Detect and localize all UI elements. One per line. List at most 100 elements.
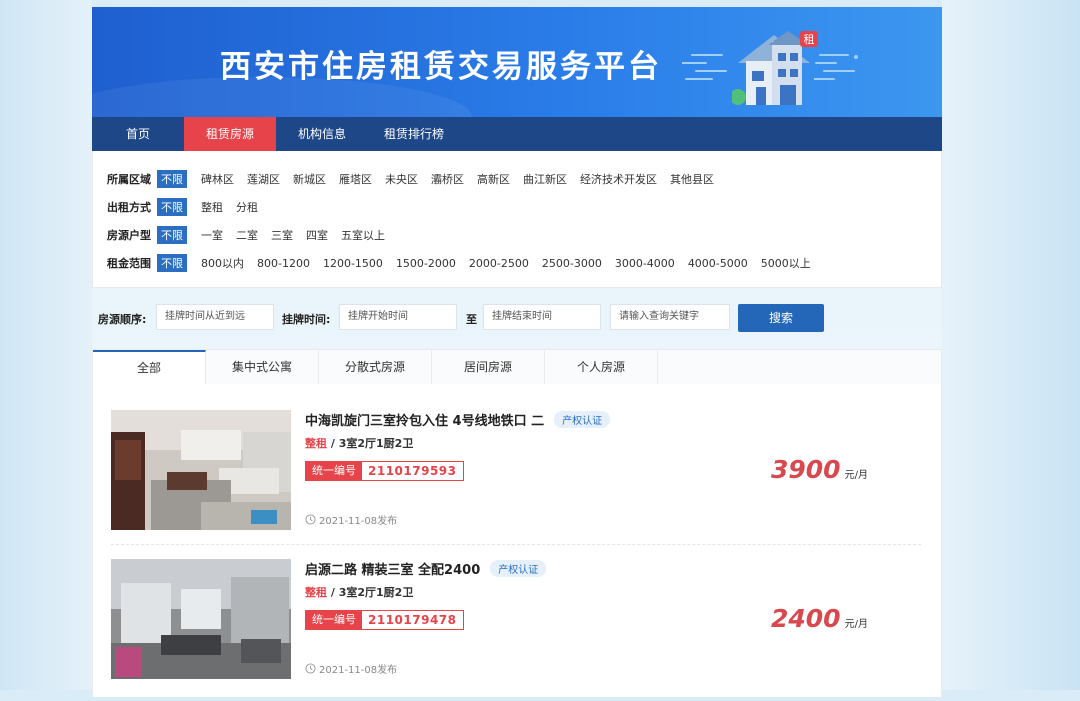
page-container: 西安市住房租赁交易服务平台 租 首页 租赁房源 机构信息 租赁排行榜 所属区域 … xyxy=(92,7,942,697)
nav-agencies[interactable]: 机构信息 xyxy=(276,117,368,151)
filter-option[interactable]: 经济技术开发区 xyxy=(580,171,657,187)
tab-centralized-apartments[interactable]: 集中式公寓 xyxy=(206,350,319,384)
background-left xyxy=(0,0,92,690)
filter-option[interactable]: 3000-4000 xyxy=(615,257,675,270)
unified-code-value: 2110179478 xyxy=(368,613,457,627)
unified-code-label: 统一编号 xyxy=(306,462,362,480)
filter-option[interactable]: 雁塔区 xyxy=(339,171,372,187)
listing-type-tabs: 全部 集中式公寓 分散式房源 居间房源 个人房源 xyxy=(92,349,942,386)
publish-date: 2021-11-08发布 xyxy=(305,512,397,527)
nav-rental-listings[interactable]: 租赁房源 xyxy=(184,117,276,151)
price-unit: 元/月 xyxy=(844,470,868,481)
keyword-search-input[interactable]: 请输入查询关键字 xyxy=(610,304,730,330)
listing-price: 2400 元/月 xyxy=(771,604,868,633)
price-unit: 元/月 xyxy=(844,619,868,630)
filter-option[interactable]: 整租 xyxy=(201,199,223,215)
decorative-lines-left xyxy=(682,54,727,80)
listing-title[interactable]: 启源二路 精装三室 全配2400 产权认证 xyxy=(305,559,547,578)
rent-type: 整租 xyxy=(305,586,327,599)
search-bar: 房源顺序: 挂牌时间从近到远 挂牌时间: 挂牌开始时间 至 挂牌结束时间 请输入… xyxy=(92,303,942,333)
tab-scattered-listings[interactable]: 分散式房源 xyxy=(319,350,432,384)
listing-meta: 整租 / 3室2厅1厨2卫 xyxy=(305,435,413,451)
filter-option[interactable]: 其他县区 xyxy=(670,171,714,187)
filter-option[interactable]: 三室 xyxy=(271,227,293,243)
listing-item[interactable]: 启源二路 精装三室 全配2400 产权认证 整租 / 3室2厅1厨2卫 统一编号 … xyxy=(93,551,941,701)
filter-option[interactable]: 莲湖区 xyxy=(247,171,280,187)
listing-photo[interactable] xyxy=(111,559,291,679)
filter-option[interactable]: 2500-3000 xyxy=(542,257,602,270)
filter-option[interactable]: 二室 xyxy=(236,227,258,243)
publish-date: 2021-11-08发布 xyxy=(305,661,397,676)
filter-option[interactable]: 分租 xyxy=(236,199,258,215)
listing-title[interactable]: 中海凯旋门三室拎包入住 4号线地铁口 二产权认证 xyxy=(305,410,611,429)
price-value: 3900 xyxy=(771,455,841,484)
publish-date-text: 2021-11-08发布 xyxy=(319,516,398,527)
room-layout: 3室2厅1厨2卫 xyxy=(338,586,414,599)
unified-code-label: 统一编号 xyxy=(306,611,362,629)
publish-date-text: 2021-11-08发布 xyxy=(319,665,398,676)
filter-option[interactable]: 四室 xyxy=(306,227,328,243)
filter-option[interactable]: 800以内 xyxy=(201,255,244,271)
filter-option[interactable]: 高新区 xyxy=(477,171,510,187)
filter-option[interactable]: 一室 xyxy=(201,227,223,243)
filter-option[interactable]: 灞桥区 xyxy=(431,171,464,187)
sort-order-select[interactable]: 挂牌时间从近到远 xyxy=(156,304,274,330)
tab-all[interactable]: 全部 xyxy=(93,350,206,386)
listing-title-text: 中海凯旋门三室拎包入住 4号线地铁口 二 xyxy=(305,414,545,429)
decorative-lines-right xyxy=(814,54,858,80)
site-title: 西安市住房租赁交易服务平台 xyxy=(220,49,662,85)
filter-row-region: 所属区域 不限 碑林区 莲湖区 新城区 雁塔区 未央区 灞桥区 高新区 曲江新区… xyxy=(107,170,727,188)
filter-option[interactable]: 曲江新区 xyxy=(523,171,567,187)
property-verified-badge: 产权认证 xyxy=(554,411,611,428)
clock-icon xyxy=(305,663,316,674)
filter-option[interactable]: 五室以上 xyxy=(341,227,385,243)
filter-label: 出租方式 xyxy=(107,201,151,214)
end-time-input[interactable]: 挂牌结束时间 xyxy=(483,304,601,330)
filter-option-selected[interactable]: 不限 xyxy=(157,226,187,244)
filter-option[interactable]: 2000-2500 xyxy=(469,257,529,270)
header-banner: 西安市住房租赁交易服务平台 租 xyxy=(92,7,942,117)
filter-option[interactable]: 1200-1500 xyxy=(323,257,383,270)
filter-label: 房源户型 xyxy=(107,229,151,242)
listing-time-label: 挂牌时间: xyxy=(282,313,331,326)
listing-list: 中海凯旋门三室拎包入住 4号线地铁口 二产权认证 整租 / 3室2厅1厨2卫 统… xyxy=(92,384,942,697)
price-value: 2400 xyxy=(771,604,841,633)
listing-price: 3900 元/月 xyxy=(771,455,868,484)
main-nav: 首页 租赁房源 机构信息 租赁排行榜 xyxy=(92,117,942,151)
nav-home[interactable]: 首页 xyxy=(92,117,184,151)
property-verified-badge: 产权认证 xyxy=(490,560,547,577)
tab-brokered-listings[interactable]: 居间房源 xyxy=(432,350,545,384)
meta-separator: / xyxy=(330,586,339,599)
unified-code-value: 2110179593 xyxy=(368,464,457,478)
listing-meta: 整租 / 3室2厅1厨2卫 xyxy=(305,584,413,600)
filter-option[interactable]: 800-1200 xyxy=(257,257,310,270)
filter-label: 租金范围 xyxy=(107,257,151,270)
search-button[interactable]: 搜索 xyxy=(738,304,824,332)
filter-option-selected[interactable]: 不限 xyxy=(157,254,187,272)
room-layout: 3室2厅1厨2卫 xyxy=(338,437,414,450)
filter-option[interactable]: 新城区 xyxy=(293,171,326,187)
filter-option[interactable]: 1500-2000 xyxy=(396,257,456,270)
house-badge: 租 xyxy=(804,33,815,46)
unified-code: 统一编号 2110179478 xyxy=(305,610,464,630)
filter-row-layout: 房源户型 不限 一室 二室 三室 四室 五室以上 xyxy=(107,226,398,244)
filter-row-rent-range: 租金范围 不限 800以内 800-1200 1200-1500 1500-20… xyxy=(107,254,824,272)
filter-option[interactable]: 未央区 xyxy=(385,171,418,187)
filter-option[interactable]: 碑林区 xyxy=(201,171,234,187)
listing-item[interactable]: 中海凯旋门三室拎包入住 4号线地铁口 二产权认证 整租 / 3室2厅1厨2卫 统… xyxy=(93,402,941,552)
unified-code: 统一编号 2110179593 xyxy=(305,461,464,481)
tab-personal-listings[interactable]: 个人房源 xyxy=(545,350,658,384)
filter-option-selected[interactable]: 不限 xyxy=(157,198,187,216)
filter-option[interactable]: 5000以上 xyxy=(761,255,811,271)
filter-option[interactable]: 4000-5000 xyxy=(688,257,748,270)
nav-rental-ranking[interactable]: 租赁排行榜 xyxy=(368,117,460,151)
filter-option-selected[interactable]: 不限 xyxy=(157,170,187,188)
meta-separator: / xyxy=(330,437,339,450)
start-time-input[interactable]: 挂牌开始时间 xyxy=(339,304,457,330)
filter-label: 所属区域 xyxy=(107,173,151,186)
rent-type: 整租 xyxy=(305,437,327,450)
filter-panel: 所属区域 不限 碑林区 莲湖区 新城区 雁塔区 未央区 灞桥区 高新区 曲江新区… xyxy=(92,151,942,288)
listing-photo[interactable] xyxy=(111,410,291,530)
listing-title-text: 启源二路 精装三室 全配2400 xyxy=(305,563,481,578)
background-right xyxy=(942,0,1080,690)
